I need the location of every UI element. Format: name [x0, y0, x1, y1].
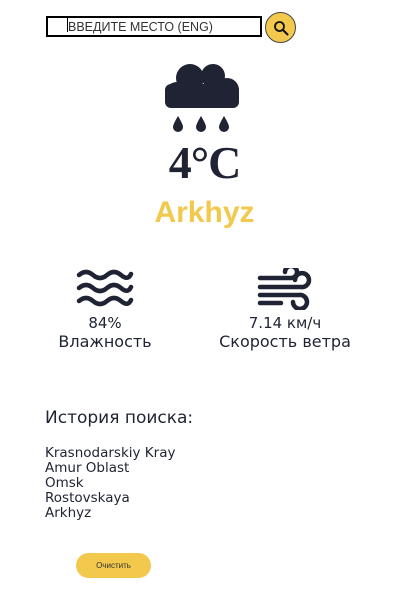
cloud-rain-icon	[165, 64, 239, 132]
humidity-block: 84% Влажность	[40, 268, 170, 352]
water-waves-icon	[76, 269, 134, 307]
wind-block: 7.14 км/ч Скорость ветра	[205, 268, 365, 352]
wind-value: 7.14 км/ч	[248, 314, 322, 332]
temperature: 4°C	[168, 137, 242, 188]
wind-label: Скорость ветра	[219, 332, 351, 351]
history-item[interactable]: Rostovskaya	[45, 491, 175, 506]
history-item[interactable]: Krasnodarskiy Kray	[45, 446, 175, 461]
search-button[interactable]	[265, 12, 296, 43]
history-item[interactable]: Arkhyz	[45, 506, 175, 521]
search-input[interactable]	[46, 16, 262, 37]
search-icon	[273, 20, 288, 35]
clear-history-button[interactable]: Очистить	[76, 553, 151, 578]
humidity-label: Влажность	[58, 332, 152, 351]
history-item[interactable]: Omsk	[45, 476, 175, 491]
search-bar	[46, 12, 298, 43]
history-list: Krasnodarskiy Kray Amur Oblast Omsk Rost…	[45, 446, 175, 521]
history-item[interactable]: Amur Oblast	[45, 461, 175, 476]
city-name: Arkhyz	[154, 196, 255, 229]
wind-icon	[257, 268, 312, 310]
text-cursor	[67, 16, 68, 32]
history-title: История поиска:	[45, 408, 194, 428]
humidity-value: 84%	[88, 314, 122, 332]
